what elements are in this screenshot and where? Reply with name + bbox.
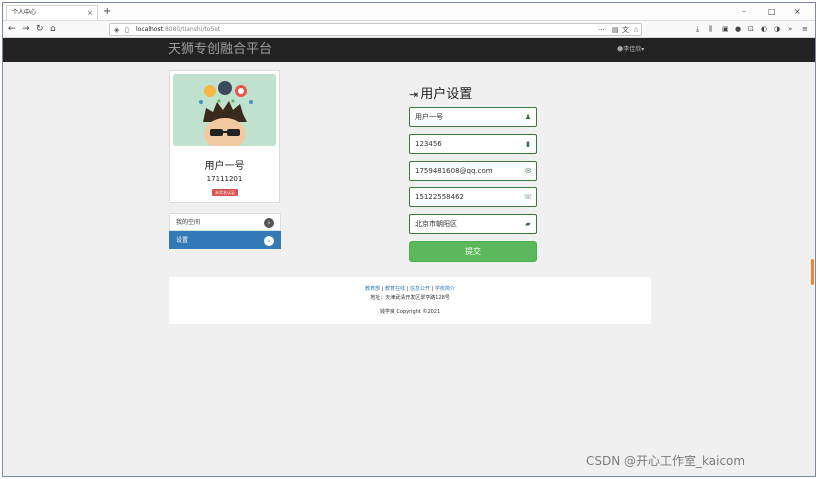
close-window-button[interactable]: × [794,5,801,18]
translate-icon[interactable]: 文 [622,24,629,36]
page-title: ⇥ 用户设置 [409,87,473,102]
maximize-button[interactable]: □ [768,5,776,18]
submit-button[interactable]: 提交 [409,241,537,262]
home-icon[interactable]: ⌂ [50,23,56,35]
minimize-button[interactable]: – [742,5,746,18]
tab-bar: 个人中心 × + – □ × [3,3,815,21]
site-header: 天狮专创融合平台 ☻李佳欣▾ [3,38,815,62]
phone-icon: ☏ [523,193,533,201]
user-menu[interactable]: ☻李佳欣▾ [617,38,644,62]
footer: 教育部 | 教育在线 | 信息公开 | 学校简介 地址：天津武清开发区翠亨路12… [169,277,651,324]
menu-item-label: 我的空间 [176,219,201,226]
page-actions-icon[interactable]: ··· [598,24,605,36]
lock-icon: ▮ [526,140,530,148]
browser-tab[interactable]: 个人中心 × [6,5,98,20]
address-field[interactable]: 北京市朝阳区 [409,214,537,234]
email-field[interactable]: 1759481608@qq.com [409,161,537,181]
envelope-icon: ✉ [525,167,531,175]
page-icon: ▯ [125,26,129,34]
status-badge: 未实名认证 [212,189,238,196]
footer-link[interactable]: 教育部 [365,286,380,292]
profile-id: 17111201 [206,175,243,183]
sidebar-icon[interactable]: ▣ [722,24,729,35]
user-icon: ♟ [524,113,532,121]
site-brand[interactable]: 天狮专创融合平台 [168,38,272,62]
overflow-icon[interactable]: » [788,24,792,35]
watermark: CSDN @开心工作室_kaicom [586,454,746,468]
profile-name: 用户一号 [204,161,245,172]
footer-link[interactable]: 教育在线 [385,286,405,292]
login-icon: ⇥ [409,88,419,101]
forward-icon[interactable]: → [22,23,30,35]
address-bar[interactable]: ◈ ▯ localhost:8080/tianshi/toSet ··· ▤ 文… [109,23,642,36]
footer-address: 地址：天津武清开发区翠亨路128号 [370,295,450,301]
account-icon[interactable]: ● [735,24,741,35]
avatar [173,74,276,146]
navigation-bar: ← → ↻ ⌂ ◈ ▯ localhost:8080/tianshi/toSet… [3,21,815,38]
footer-copyright: 钱学良 Copyright ©2021 [379,309,441,315]
menu-icon[interactable]: ≡ [802,24,808,35]
comment-icon: ▰ [525,220,531,228]
browser-window: 个人中心 × + – □ × ← → ↻ ⌂ ◈ ▯ localhost:808… [2,2,816,477]
shield-icon: ◈ [114,26,120,34]
download-icon[interactable]: ⤓ [696,24,699,35]
screenshot-icon[interactable]: ⊡ [748,24,754,35]
new-tab-button[interactable]: + [103,4,111,19]
footer-links: 教育部 | 教育在线 | 信息公开 | 学校简介 [365,286,455,292]
reload-icon[interactable]: ↻ [36,23,44,35]
url-text: localhost:8080/tianshi/toSet [136,26,221,33]
reader-icon[interactable]: ▤ [612,24,619,36]
extension-icon[interactable]: ◐ [761,24,767,35]
chevron-right-icon: › [264,218,274,228]
menu-item-settings[interactable]: 设置 › [169,231,281,249]
phone-field[interactable]: 15122558462 [409,187,537,207]
menu-item-label: 设置 [176,237,189,244]
chevron-right-icon: › [264,236,274,246]
extension-icon[interactable]: ◑ [774,24,780,35]
password-field[interactable]: 123456 [409,134,537,154]
footer-link[interactable]: 信息公开 [410,286,430,292]
footer-link[interactable]: 学校简介 [435,286,455,292]
side-menu: 我的空间 › 设置 › [169,213,281,249]
bookmark-star-icon[interactable]: ☆ [633,24,639,36]
menu-item-my-space[interactable]: 我的空间 › [169,213,281,231]
scroll-indicator[interactable] [811,259,814,285]
back-icon[interactable]: ← [8,23,16,35]
profile-card: 用户一号 17111201 未实名认证 [169,70,280,203]
tab-title: 个人中心 [12,9,37,16]
library-icon[interactable]: ⫼ [709,24,712,35]
tab-close-icon[interactable]: × [87,6,93,20]
username-field[interactable]: 用户一号 [409,107,537,127]
